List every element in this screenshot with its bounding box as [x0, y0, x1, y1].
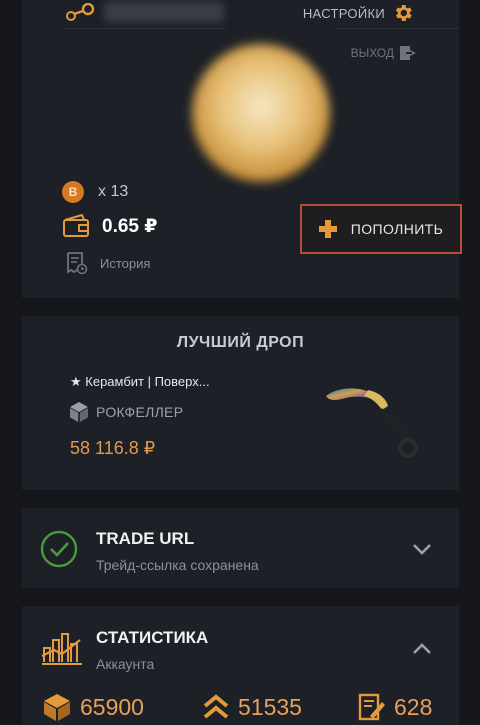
drop-item-name: ★ Керамбит | Поверх... [70, 374, 210, 389]
stat-cases-value: 65900 [80, 693, 144, 720]
stat-contracts: 628 [356, 692, 432, 722]
best-drop-card[interactable]: ЛУЧШИЙ ДРОП ★ Керамбит | Поверх... РОКФЕ… [22, 316, 459, 490]
balance-amount: 0.65 ₽ [102, 215, 158, 237]
coin-icon: B [62, 181, 84, 203]
trade-url-title: TRADE URL [96, 529, 195, 548]
divider [336, 28, 460, 29]
stat-upgrades: 51535 [202, 692, 302, 722]
settings-button[interactable]: НАСТРОЙКИ [303, 2, 414, 24]
settings-label: НАСТРОЙКИ [302, 5, 385, 21]
coin-count: x 13 [98, 183, 129, 200]
wallet-icon [63, 214, 89, 237]
gear-icon [395, 5, 412, 21]
case-name: РОКФЕЛЛЕР [96, 404, 184, 420]
logout-icon [400, 46, 416, 60]
check-circle-icon [40, 530, 78, 568]
chart-icon [41, 633, 82, 665]
coin-balance: B x 13 [62, 181, 128, 203]
stat-contracts-value: 628 [394, 693, 433, 720]
logout-button[interactable]: ВЫХОД [351, 44, 417, 62]
logout-label: ВЫХОД [350, 46, 394, 60]
plus-icon [318, 220, 337, 238]
best-drop-title: ЛУЧШИЙ ДРОП [176, 334, 305, 351]
page: НАСТРОЙКИ ВЫХОД B x 13 0.65 ₽ История ПО… [0, 0, 480, 725]
chevron-down-icon[interactable] [411, 538, 433, 560]
statistics-title: СТАТИСТИКА [96, 628, 209, 647]
username-blurred [104, 2, 224, 22]
history-link[interactable]: История [64, 251, 150, 275]
topup-button[interactable]: ПОПОЛНИТЬ [300, 204, 462, 254]
history-label: История [100, 255, 151, 271]
drop-case: РОКФЕЛЛЕР [68, 401, 183, 423]
topup-label: ПОПОЛНИТЬ [350, 221, 444, 237]
contract-icon [358, 693, 385, 721]
statistics-card[interactable]: СТАТИСТИКА Аккаунта 65900 51535 628 [22, 606, 459, 725]
chevron-up-icon[interactable] [411, 638, 433, 660]
stat-upgrades-value: 51535 [238, 693, 302, 720]
profile-card: НАСТРОЙКИ ВЫХОД B x 13 0.65 ₽ История ПО… [22, 0, 462, 298]
steam-icon[interactable] [66, 3, 96, 21]
trade-url-card[interactable]: TRADE URL Трейд-ссылка сохранена [22, 508, 459, 588]
double-chevron-up-icon [203, 694, 229, 719]
drop-price: 58 116.8 ₽ [70, 438, 156, 458]
box-icon [44, 694, 70, 721]
avatar[interactable] [192, 44, 330, 182]
cube-icon [70, 402, 88, 422]
statistics-subtitle: Аккаунта [96, 656, 155, 672]
karambit-knife-image [326, 388, 418, 458]
receipt-icon [67, 252, 88, 275]
trade-url-status: Трейд-ссылка сохранена [96, 557, 259, 573]
divider [62, 28, 227, 29]
stat-cases: 65900 [42, 692, 144, 722]
wallet-balance: 0.65 ₽ [62, 214, 157, 238]
